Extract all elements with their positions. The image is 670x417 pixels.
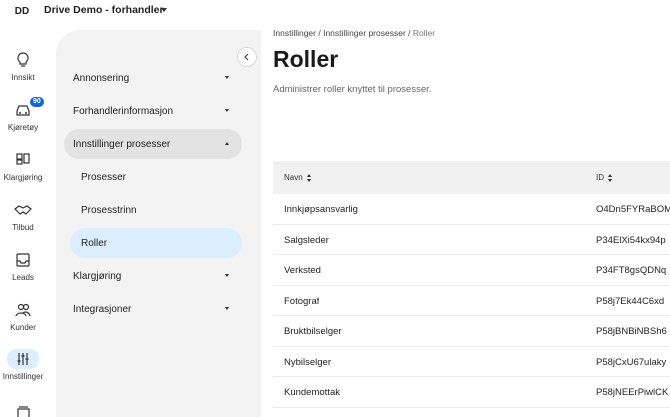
inbox-icon — [16, 253, 30, 267]
subnav-item-prosesser[interactable]: Prosesser — [64, 162, 242, 192]
role-id-cell: O4Dn5FYRaBOM — [596, 204, 670, 215]
settings-subnav: Annonsering Forhandlerinformasjon Innsti… — [56, 30, 261, 417]
chevron-down-icon — [225, 109, 229, 112]
rail-item-kunder[interactable]: Kunder — [0, 300, 46, 332]
board-icon — [16, 153, 30, 165]
page-title: Roller — [273, 46, 339, 72]
subnav-item-label: Annonsering — [73, 72, 130, 84]
rail-item-kjoretoy[interactable]: 90 Kjøretøy — [0, 97, 46, 132]
chevron-down-icon — [225, 274, 229, 277]
sliders-icon — [17, 353, 29, 365]
column-header-id[interactable]: ID — [596, 173, 613, 182]
people-icon — [15, 303, 31, 317]
subnav-item-prosesstrinn[interactable]: Prosesstrinn — [64, 195, 242, 225]
chevron-down-icon — [225, 76, 229, 79]
role-name-cell: Fotograf — [284, 295, 320, 307]
rail-label: Tilbud — [12, 223, 34, 232]
table-header: Navn ID — [273, 161, 670, 194]
table-row[interactable]: Verksted P34FT8gsQDNq — [273, 255, 670, 286]
roles-table: Navn ID Innkjøpsansvarlig O4Dn5FYRaBOM S… — [273, 161, 670, 408]
subnav-item-roller[interactable]: Roller — [70, 228, 242, 258]
role-name-cell: Kundemottak — [284, 387, 340, 398]
handshake-icon — [14, 205, 32, 215]
subnav-item-label: Forhandlerinformasjon — [73, 105, 174, 117]
subnav-item-klargjoring[interactable]: Klargjøring — [64, 261, 242, 291]
rail-label: Kunder — [10, 323, 36, 332]
breadcrumb: Innstillinger / Innstillinger prosesser … — [273, 28, 435, 38]
subnav-item-label: Klargjøring — [73, 270, 122, 282]
rail-label: Innsikt — [11, 73, 35, 82]
breadcrumb-link-innstillinger-prosesser[interactable]: Innstillinger prosesser — [323, 28, 406, 38]
role-name-cell: Verksted — [284, 265, 321, 276]
rail-label: Innstillinger — [2, 372, 44, 381]
sort-icon — [608, 173, 613, 182]
subnav-item-forhandlerinformasjon[interactable]: Forhandlerinformasjon — [64, 96, 242, 126]
rail-item-innstillinger[interactable]: Innstillinger — [0, 349, 46, 381]
main-rail: Innsikt 90 Kjøretøy Klargjøring Tilbud L… — [0, 24, 56, 417]
subnav-item-label: Prosesstrinn — [81, 204, 137, 216]
lightbulb-icon — [17, 52, 29, 67]
role-id-cell: P58j7Ek44C6xd — [596, 295, 665, 307]
breadcrumb-current: Roller — [412, 28, 436, 38]
role-id-cell: P34FT8gsQDNq — [596, 265, 667, 276]
subnav-item-innstillinger-prosesser[interactable]: Innstillinger prosesser — [64, 129, 242, 159]
role-name-cell: Nybilselger — [284, 356, 331, 368]
role-name-cell: Salgsleder — [284, 234, 329, 246]
rail-item-innsikt[interactable]: Innsikt — [0, 50, 46, 82]
chevron-down-icon — [225, 307, 229, 310]
role-name-cell: Bruktbilselger — [284, 326, 342, 337]
role-id-cell: P58jBNBiNBSh6 — [596, 326, 667, 337]
table-row[interactable]: Salgsleder P34ElXi54kx94p — [273, 225, 670, 255]
rail-item-klargjoring[interactable]: Klargjøring — [0, 150, 46, 182]
rail-item-more[interactable] — [0, 402, 46, 417]
chevron-left-icon — [244, 53, 249, 61]
rail-item-tilbud[interactable]: Tilbud — [0, 200, 46, 232]
page-description: Administrer roller knyttet til prosesser… — [273, 84, 432, 95]
table-row[interactable]: Nybilselger P58jCxU67ulaky — [273, 347, 670, 377]
column-header-navn[interactable]: Navn — [284, 173, 312, 182]
subnav-item-label: Roller — [81, 237, 108, 249]
org-switcher-label[interactable]: Drive Demo - forhandler — [44, 4, 164, 16]
role-name-cell: Innkjøpsansvarlig — [284, 204, 358, 215]
subnav-item-annonsering[interactable]: Annonsering — [64, 63, 242, 93]
rail-item-leads[interactable]: Leads — [0, 250, 46, 282]
subnav-item-integrasjoner[interactable]: Integrasjoner — [64, 294, 242, 324]
rail-label: Leads — [12, 273, 34, 282]
chevron-down-icon[interactable] — [161, 8, 167, 12]
role-id-cell: P58jCxU67ulaky — [596, 356, 667, 368]
breadcrumb-link-innstillinger[interactable]: Innstillinger — [273, 28, 316, 38]
sort-icon — [306, 173, 312, 182]
cards-icon — [17, 406, 30, 417]
vehicle-count-badge: 90 — [30, 97, 44, 107]
subnav-item-label: Innstillinger prosesser — [73, 138, 171, 150]
role-id-cell: P34ElXi54kx94p — [596, 234, 666, 246]
table-row[interactable]: Kundemottak P58jNEErPiwlCK — [273, 377, 670, 408]
top-bar: DD Drive Demo - forhandler — [0, 0, 670, 24]
role-id-cell: P58jNEErPiwlCK — [596, 387, 669, 398]
subnav-item-label: Prosesser — [81, 171, 127, 183]
avatar[interactable]: DD — [12, 3, 32, 19]
rail-label: Klargjøring — [3, 173, 43, 182]
table-row[interactable]: Bruktbilselger P58jBNBiNBSh6 — [273, 316, 670, 347]
collapse-sidebar-button[interactable] — [237, 47, 257, 67]
table-row[interactable]: Innkjøpsansvarlig O4Dn5FYRaBOM — [273, 194, 670, 225]
breadcrumb-separator: / — [405, 28, 413, 38]
rail-label: Kjøretøy — [7, 123, 39, 132]
column-header-label: Navn — [284, 173, 303, 182]
chevron-up-icon — [225, 142, 229, 145]
subnav-item-label: Integrasjoner — [73, 303, 132, 315]
table-row[interactable]: Fotograf P58j7Ek44C6xd — [273, 286, 670, 316]
column-header-label: ID — [596, 173, 604, 182]
